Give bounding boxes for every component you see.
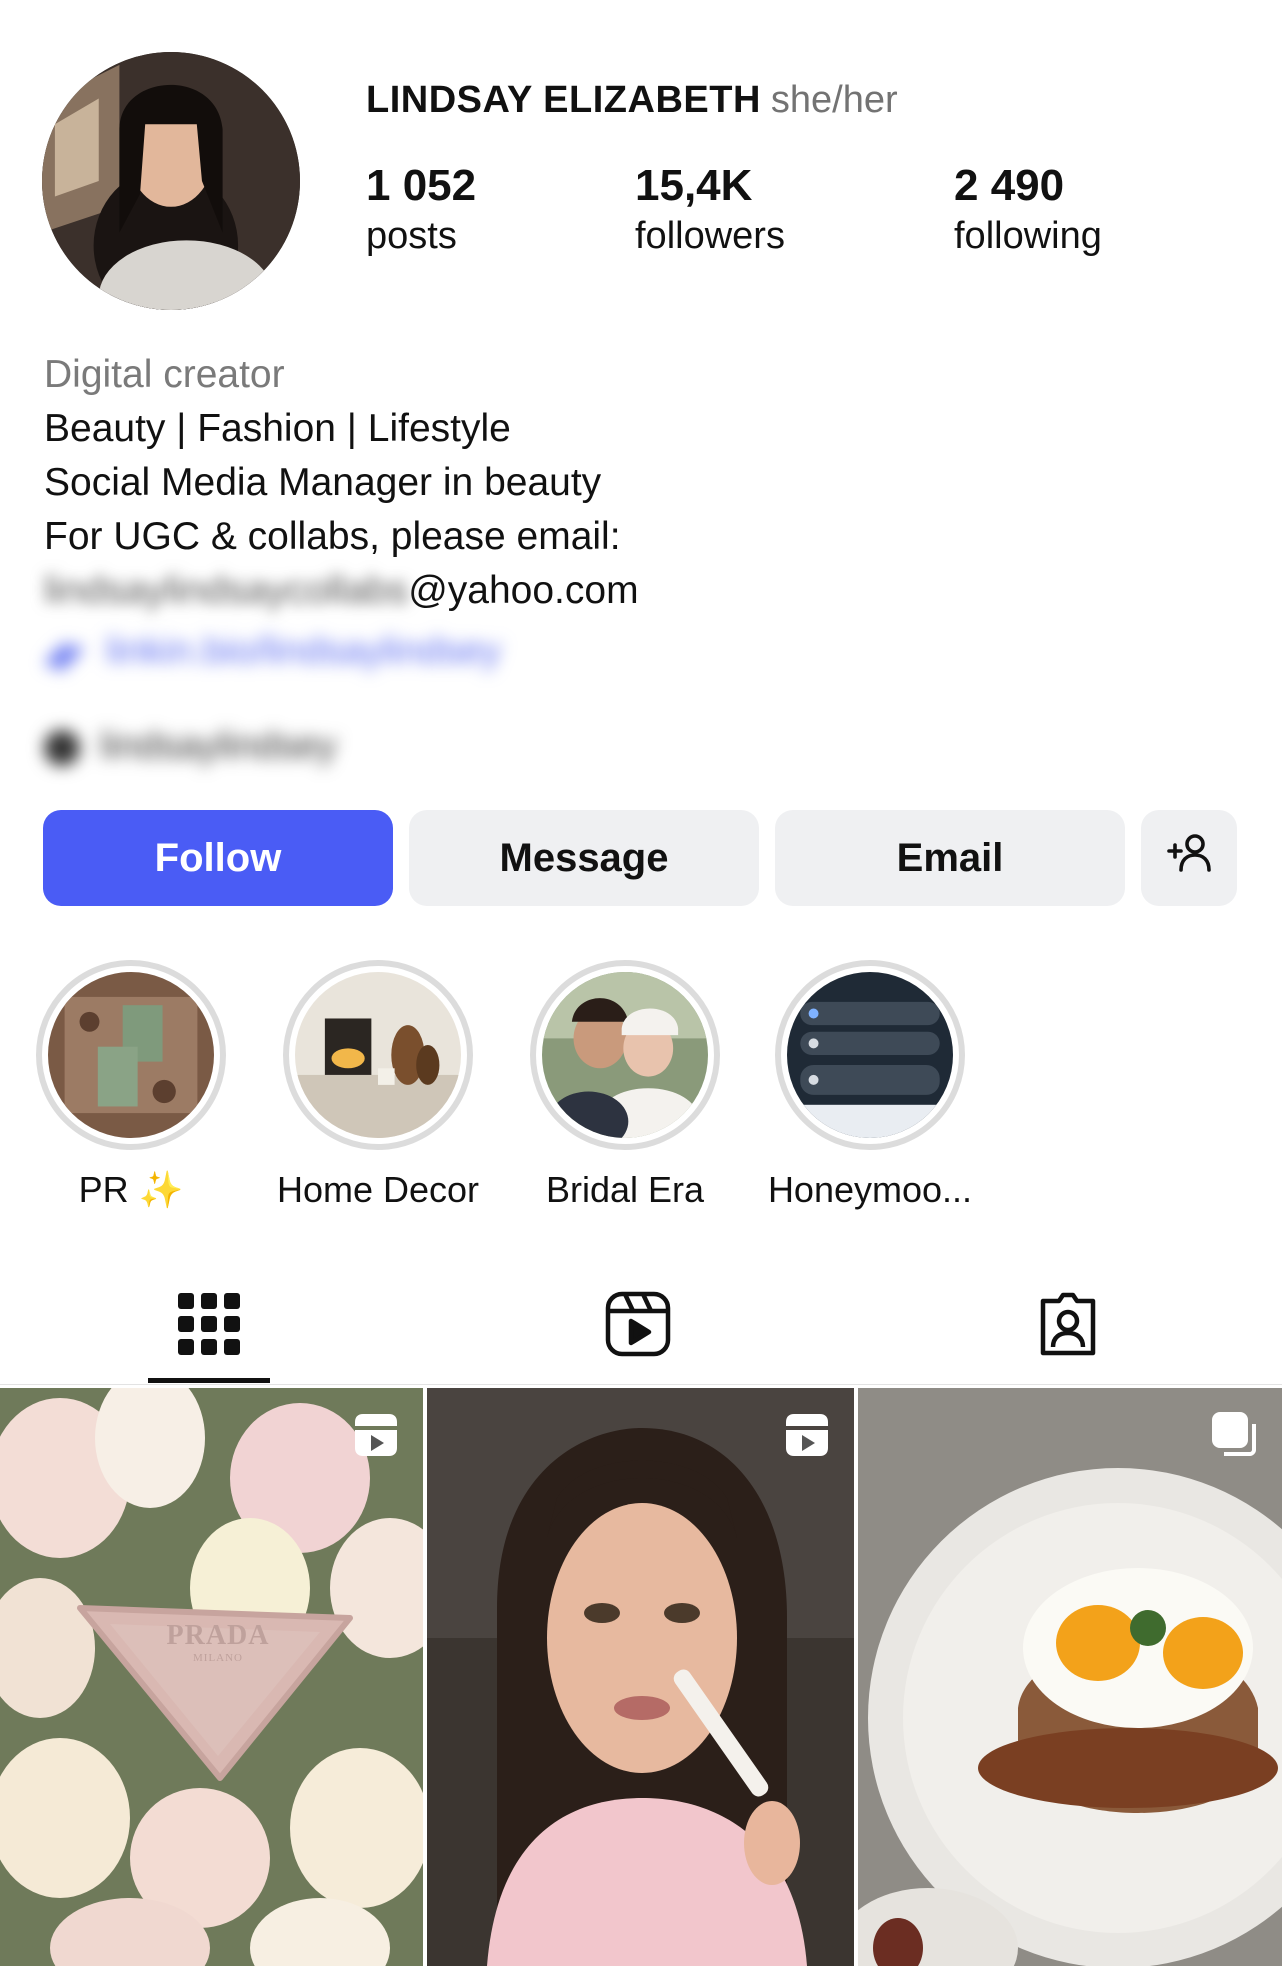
reel-badge-icon: [782, 1410, 832, 1460]
highlight-bridal-era[interactable]: Bridal Era: [500, 960, 750, 1212]
email-button[interactable]: Email: [775, 810, 1125, 906]
tabs-divider: [0, 1384, 1282, 1385]
post-thumbnail[interactable]: PRADA MILANO: [0, 1388, 423, 1966]
post-thumbnail[interactable]: [858, 1388, 1282, 1966]
tab-posts[interactable]: [139, 1270, 279, 1382]
profile-name-row: LINDSAY ELIZABETH she/her: [366, 78, 898, 122]
stat-followers[interactable]: 15,4K followers: [635, 160, 785, 260]
tab-tagged[interactable]: [998, 1270, 1138, 1382]
stat-following-count: 2 490: [954, 161, 1065, 210]
bio-line: Social Media Manager in beauty: [44, 461, 602, 504]
prada-logo: PRADA MILANO: [148, 1620, 288, 1664]
highlight-cover: [542, 972, 708, 1138]
highlight-cover: [48, 972, 214, 1138]
highlight-ring: [530, 960, 720, 1150]
post-thumbnail[interactable]: [427, 1388, 854, 1966]
link-icon: [44, 633, 88, 673]
profile-bio: Digital creator Beauty | Fashion | Lifes…: [44, 348, 1244, 618]
tagged-icon: [1033, 1289, 1103, 1364]
bio-email-domain: @yahoo.com: [408, 569, 639, 612]
bio-line: Beauty | Fashion | Lifestyle: [44, 407, 511, 450]
active-tab-indicator: [148, 1378, 270, 1383]
stat-following[interactable]: 2 490 following: [954, 160, 1102, 260]
bio-category: Digital creator: [44, 353, 285, 396]
stat-followers-label: followers: [635, 215, 785, 257]
stat-following-label: following: [954, 215, 1102, 257]
suggested-users-button[interactable]: [1141, 810, 1237, 906]
message-button[interactable]: Message: [409, 810, 759, 906]
reels-icon: [603, 1289, 673, 1364]
profile-pronouns: she/her: [770, 79, 898, 121]
person-add-icon: [1165, 829, 1213, 887]
highlight-cover: [295, 972, 461, 1138]
highlight-label: Home Decor: [276, 1169, 480, 1210]
highlight-label: Honeymoo...: [767, 1169, 973, 1210]
stat-posts-count: 1 052: [366, 161, 477, 210]
posts-grid: PRADA MILANO: [0, 1388, 1282, 1966]
grid-icon: [174, 1289, 244, 1364]
threads-icon: [44, 729, 80, 766]
stat-posts[interactable]: 1 052 posts: [366, 160, 476, 260]
prada-logo-subtext: MILANO: [193, 1652, 243, 1664]
bio-line: For UGC & collabs, please email:: [44, 515, 621, 558]
highlight-cover: [787, 972, 953, 1138]
blurred-profile-link[interactable]: linkin.bio/lindsaylindsey: [44, 630, 501, 673]
profile-stats: 1 052 posts 15,4K followers 2 490 follow…: [0, 160, 1282, 270]
highlight-ring: [775, 960, 965, 1150]
highlight-pr[interactable]: PR ✨: [6, 960, 256, 1212]
carousel-badge-icon: [1210, 1410, 1260, 1460]
reel-badge-icon: [351, 1410, 401, 1460]
highlight-ring: [36, 960, 226, 1150]
stat-posts-label: posts: [366, 215, 457, 257]
profile-tabs: [0, 1270, 1282, 1386]
follow-button[interactable]: Follow: [43, 810, 393, 906]
highlight-label: Bridal Era: [545, 1169, 705, 1210]
blurred-email-handle: lindsaylindsaycollabs: [44, 569, 409, 612]
profile-username: LINDSAY ELIZABETH: [366, 79, 761, 121]
highlight-ring: [283, 960, 473, 1150]
highlight-label: PR ✨: [78, 1169, 184, 1210]
tab-reels[interactable]: [568, 1270, 708, 1382]
sparkles-emoji: ✨: [138, 1169, 184, 1210]
prada-logo-text: PRADA: [166, 1620, 270, 1651]
blurred-threads-handle[interactable]: lindsaylindsey: [44, 725, 337, 768]
bio-email[interactable]: lindsaylindsaycollabs@yahoo.com: [44, 564, 1244, 618]
highlight-home-decor[interactable]: Home Decor: [253, 960, 503, 1212]
stat-followers-count: 15,4K: [635, 161, 753, 210]
highlight-honeymoon[interactable]: Honeymoo...: [745, 960, 995, 1212]
